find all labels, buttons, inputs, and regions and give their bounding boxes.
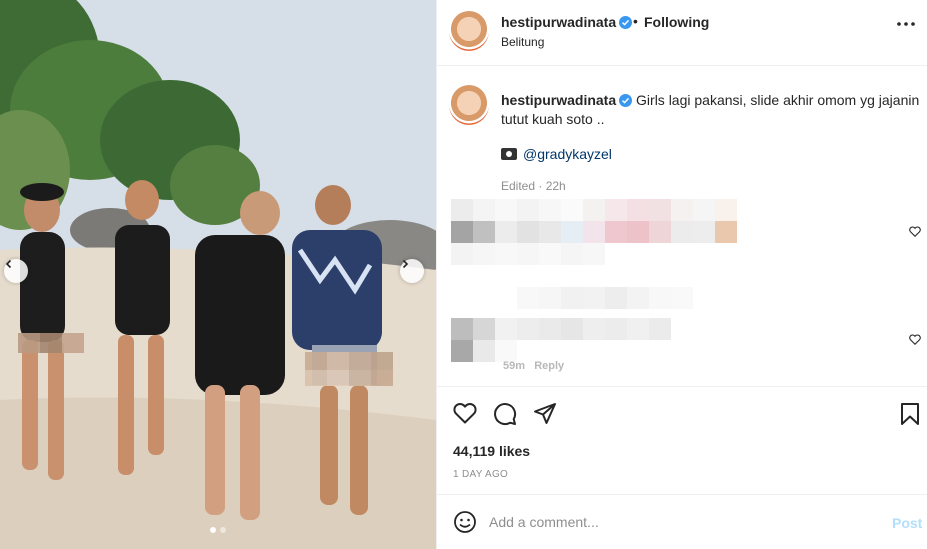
comment-composer: Post [437, 494, 927, 549]
following-button[interactable]: Following [644, 14, 709, 30]
slide-dot [210, 527, 216, 533]
post-header: hestipurwadinata • Following Belitung [437, 0, 927, 66]
likes-count[interactable]: 44,119 likes [453, 443, 530, 459]
comment-meta: 59m Reply [503, 360, 564, 372]
post-media[interactable] [0, 0, 436, 549]
next-slide-button[interactable] [400, 259, 424, 283]
share-icon[interactable] [533, 402, 557, 426]
comment-time: 59m [503, 360, 526, 372]
comment-icon[interactable] [493, 402, 517, 426]
post-date[interactable]: 1 DAY AGO [453, 469, 508, 480]
camera-icon [501, 148, 517, 160]
slide-dot [220, 527, 226, 533]
chevron-left-icon [5, 259, 12, 269]
caption-username-text: hestipurwadinata [501, 92, 617, 108]
previous-slide-button[interactable] [4, 259, 28, 283]
verified-badge-icon [619, 16, 633, 29]
comment-like-heart-icon[interactable] [909, 226, 921, 237]
location-link[interactable]: Belitung [501, 35, 544, 49]
save-icon[interactable] [900, 402, 920, 426]
post-actions: 44,119 likes 1 DAY AGO [437, 386, 927, 494]
avatar[interactable] [449, 85, 489, 125]
comment-input[interactable] [489, 508, 869, 536]
verified-badge-icon [619, 94, 633, 107]
slide-indicator [0, 527, 436, 533]
username-link[interactable]: hestipurwadinata [501, 14, 633, 30]
separator-dot: • [633, 13, 638, 29]
post-side-panel: hestipurwadinata • Following Belitung he… [436, 0, 927, 549]
mention-text[interactable]: @gradykayzel [523, 146, 612, 162]
caption-text: hestipurwadinata Girls lagi pakansi, sli… [501, 91, 921, 129]
comment-like-heart-icon[interactable] [909, 334, 921, 345]
mention-link[interactable]: @gradykayzel [501, 146, 612, 162]
emoji-icon[interactable] [453, 510, 477, 534]
username-text: hestipurwadinata [501, 14, 617, 30]
reply-button[interactable]: Reply [534, 360, 564, 372]
beach-photo [0, 0, 436, 549]
more-icon[interactable] [897, 22, 915, 26]
caption-username[interactable]: hestipurwadinata [501, 92, 633, 108]
avatar[interactable] [449, 11, 489, 51]
post-comment-button[interactable]: Post [892, 515, 922, 531]
chevron-right-icon [402, 259, 409, 269]
heart-icon[interactable] [453, 402, 477, 424]
edited-timestamp: Edited · 22h [501, 179, 566, 193]
pixelated-comments [451, 199, 737, 362]
